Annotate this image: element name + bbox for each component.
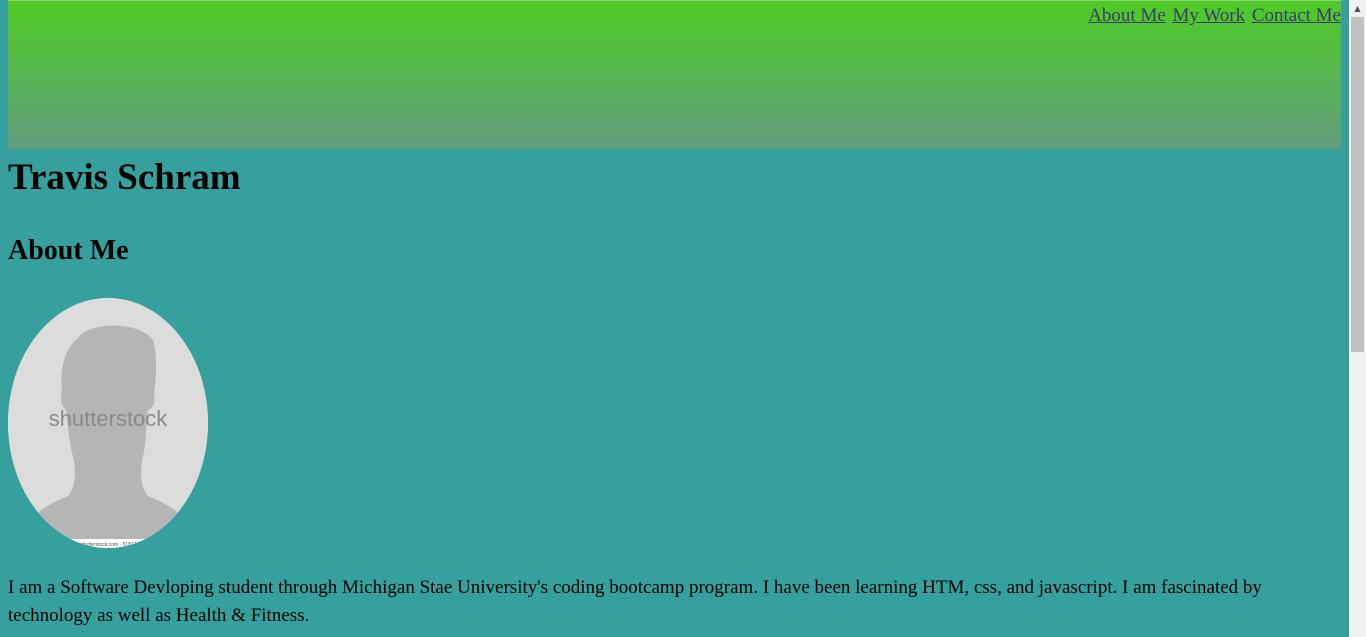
page: About Me My Work Contact Me Travis Schra… [0, 0, 1349, 637]
nav-link-about-me[interactable]: About Me [1088, 5, 1166, 26]
image-caption: www.shutterstock.com · 518740741 [68, 542, 147, 548]
about-me-heading: About Me [8, 235, 129, 266]
top-navigation: About Me My Work Contact Me [1086, 5, 1341, 27]
profile-placeholder-image: shutterstock www.shutterstock.com · 5187… [8, 298, 208, 548]
nav-link-my-work[interactable]: My Work [1173, 5, 1246, 26]
watermark-text: shutterstock [49, 406, 169, 431]
chevron-up-icon[interactable]: ▲ [1349, 0, 1366, 17]
nav-link-contact-me[interactable]: Contact Me [1252, 5, 1341, 26]
scrollbar-thumb[interactable] [1351, 17, 1364, 352]
page-title: Travis Schram [8, 157, 241, 198]
header-banner: About Me My Work Contact Me [8, 0, 1341, 149]
avatar: shutterstock www.shutterstock.com · 5187… [8, 298, 208, 548]
bio-paragraph: I am a Software Devloping student throug… [8, 577, 1262, 626]
vertical-scrollbar[interactable]: ▲ [1349, 0, 1366, 637]
